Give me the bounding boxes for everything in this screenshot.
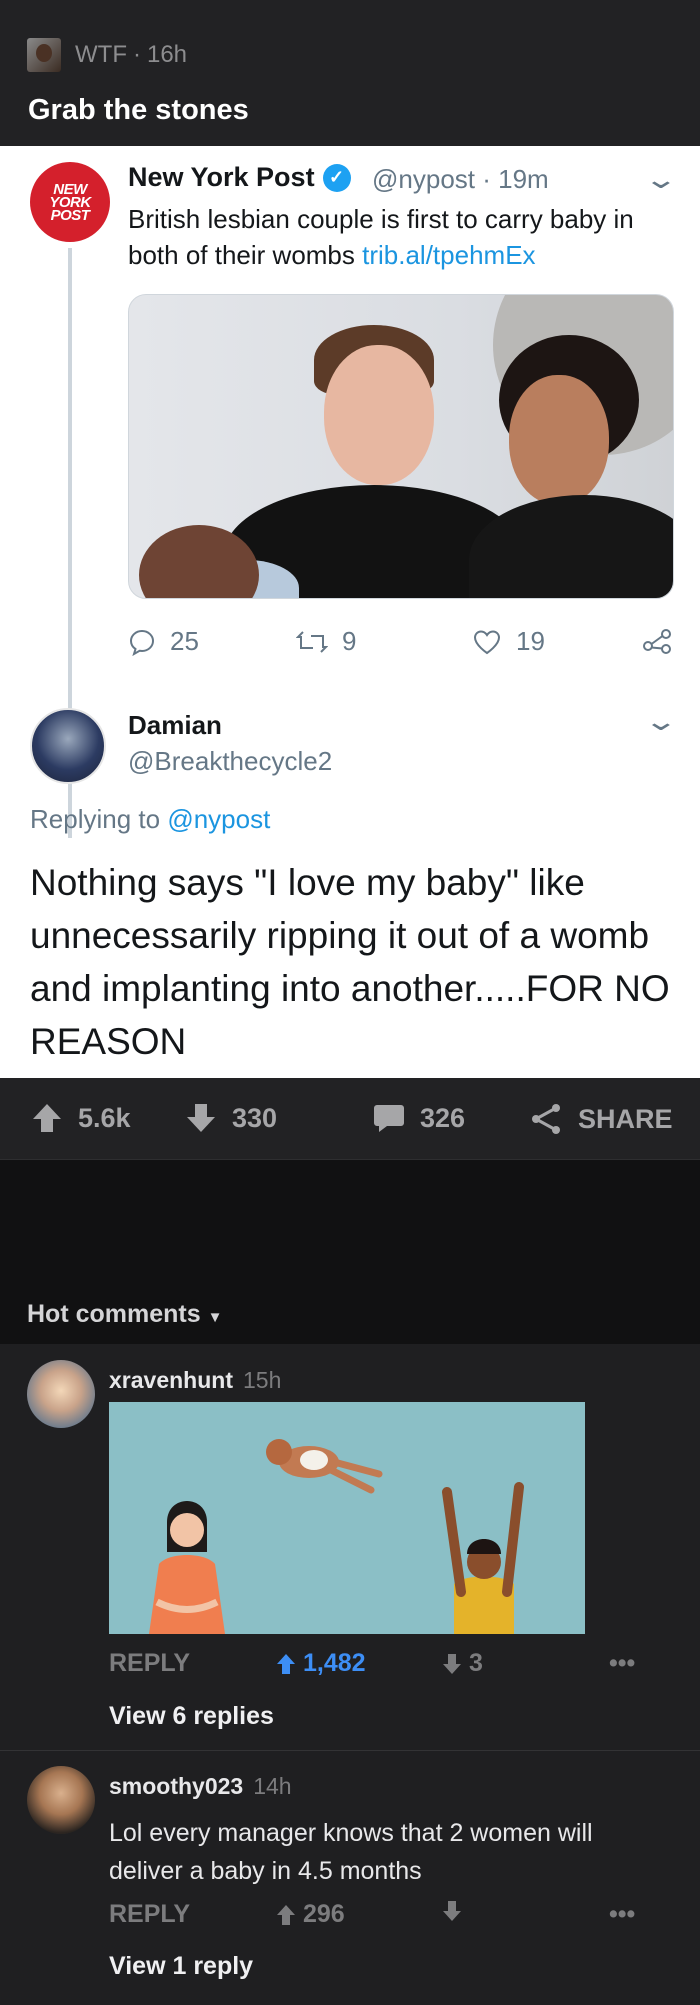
downvote-button[interactable]: 330: [184, 1102, 277, 1134]
comment-divider: [0, 1750, 700, 1751]
up-arrow-icon: [33, 1104, 61, 1132]
down-arrow-icon: [443, 1653, 461, 1674]
tweet-reply-count: 25: [170, 626, 199, 656]
reply-author-avatar: [30, 708, 106, 784]
tweet-retweet-count: 9: [342, 626, 357, 656]
comment-time: 14h: [253, 1773, 292, 1799]
replying-to: Replying to @nypost: [30, 804, 270, 835]
comment-time: 15h: [242, 1367, 282, 1393]
tweet-actions: 25 9 19: [0, 626, 700, 676]
up-arrow-icon: [277, 1904, 295, 1925]
comment-image[interactable]: [109, 1402, 585, 1634]
caret-down-icon: ▼: [207, 1309, 223, 1326]
view-replies-button[interactable]: View 6 replies: [109, 1702, 274, 1731]
heart-icon: [473, 629, 501, 654]
subreddit-name[interactable]: WTF: [75, 41, 127, 69]
reply-author-handle: @Breakthecycle2: [128, 746, 333, 776]
comments-sort[interactable]: Hot comments ▼: [0, 1280, 700, 1344]
comment-username[interactable]: smoothy023: [109, 1773, 243, 1799]
chevron-down-icon: ⌄: [643, 164, 679, 194]
comments-list: xravenhunt 15h REPLY 1,482 3 ••• View 6 …: [0, 1344, 700, 2005]
tweet-author: New York Post ✓: [128, 162, 351, 193]
post-meta: WTF · 16h: [27, 38, 187, 72]
nypost-logo-line-3: POST: [50, 206, 90, 224]
reply-author-name: Damian: [128, 710, 222, 740]
tweet-share-action: [642, 626, 686, 654]
down-arrow-icon: [187, 1104, 215, 1132]
more-options-icon[interactable]: •••: [609, 1900, 635, 1929]
tweet-retweet-action: 9: [296, 626, 356, 657]
comment-upvote-count: 1,482: [303, 1649, 366, 1677]
comments-sort-label: Hot comments ▼: [27, 1300, 222, 1329]
post-header: WTF · 16h Grab the stones: [0, 0, 700, 146]
tweet-photo: [128, 294, 674, 599]
comment-reply-button[interactable]: REPLY: [109, 1649, 190, 1678]
tweet-like-count: 19: [516, 626, 545, 656]
verified-icon: ✓: [322, 163, 351, 192]
comment-actions: REPLY 296 •••: [109, 1900, 669, 1936]
comment-bubble-icon: [129, 629, 155, 656]
post-title[interactable]: Grab the stones: [28, 94, 249, 127]
baby-toss-illustration: [109, 1402, 585, 1634]
photo-person: [469, 495, 673, 598]
share-label: SHARE: [578, 1103, 673, 1134]
downvote-count: 330: [232, 1102, 278, 1133]
comments-button[interactable]: 326: [372, 1102, 465, 1134]
tweet-screenshot[interactable]: NEW YORK POST New York Post ✓ @nypost · …: [0, 146, 700, 1078]
post-action-bar: 5.6k 330 326 SHARE: [0, 1078, 700, 1160]
chevron-down-icon: ⌄: [643, 706, 679, 736]
share-button[interactable]: SHARE: [528, 1102, 673, 1136]
photo-person: [509, 375, 609, 505]
retweet-icon: [296, 630, 328, 653]
subreddit-avatar[interactable]: [27, 38, 61, 72]
comment-reply-button[interactable]: REPLY: [109, 1900, 190, 1929]
comment-downvote-button[interactable]: 3: [441, 1649, 483, 1678]
upvote-button[interactable]: 5.6k: [30, 1102, 131, 1134]
comment-bubble-icon: [374, 1105, 404, 1132]
nypost-logo: NEW YORK POST: [30, 162, 110, 242]
reply-tweet-text: Nothing says "I love my baby" like unnec…: [30, 862, 670, 1062]
replying-to-handle: @nypost: [167, 804, 271, 834]
replying-to-prefix: Replying to: [30, 804, 168, 834]
tweet-like-action: 19: [472, 626, 545, 657]
comment-upvote-button[interactable]: 1,482: [275, 1649, 366, 1678]
tweet-link: trib.al/tpehmEx: [362, 240, 536, 270]
comment-upvote-count: 296: [303, 1900, 345, 1928]
upvote-count: 5.6k: [78, 1102, 131, 1133]
share-icon: [532, 1104, 560, 1134]
more-options-icon[interactable]: •••: [609, 1649, 635, 1678]
comment-actions: REPLY 1,482 3 •••: [109, 1649, 669, 1685]
comment-username[interactable]: xravenhunt: [109, 1367, 233, 1393]
share-nodes-icon: [643, 629, 671, 654]
comment-downvote-button[interactable]: [441, 1900, 469, 1922]
comment-header: smoothy023 14h: [109, 1773, 292, 1800]
comments-sort-text: Hot comments: [27, 1300, 201, 1328]
comment-avatar[interactable]: [27, 1360, 95, 1428]
view-replies-button[interactable]: View 1 reply: [109, 1952, 253, 1981]
comment-upvote-button[interactable]: 296: [275, 1900, 345, 1929]
comment-downvote-count: 3: [469, 1649, 483, 1677]
tweet-author-name: New York Post: [128, 162, 315, 192]
meta-separator: ·: [132, 41, 141, 68]
comment-text: Lol every manager knows that 2 women wil…: [109, 1819, 593, 1885]
tweet-reply-action: 25: [128, 626, 199, 657]
post-age: 16h: [146, 41, 188, 68]
down-arrow-icon: [443, 1901, 461, 1921]
tweet-text: British lesbian couple is first to carry…: [128, 201, 678, 273]
comment-header: xravenhunt 15h: [109, 1367, 281, 1394]
comment-count: 326: [420, 1102, 466, 1133]
up-arrow-icon: [277, 1653, 295, 1674]
comment-avatar[interactable]: [27, 1766, 95, 1834]
tweet-handle: @nypost · 19m: [372, 164, 549, 194]
photo-person: [324, 345, 434, 485]
